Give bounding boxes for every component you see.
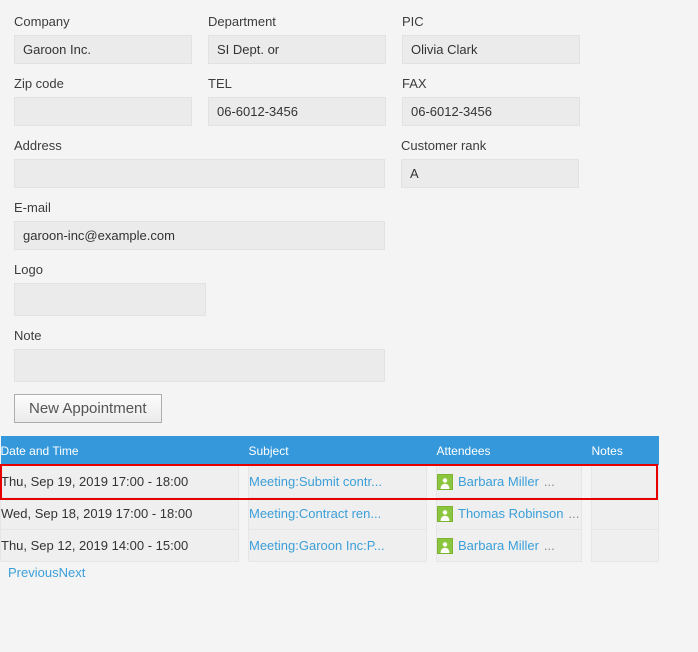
column-header-notes[interactable]: Notes bbox=[591, 436, 659, 466]
appointments-header-row: Date and Time Subject Attendees Notes bbox=[0, 436, 659, 466]
attendee-overflow-indicator: ... bbox=[568, 506, 580, 521]
field-email: E-mail garoon-inc@example.com bbox=[14, 200, 385, 250]
cell-notes bbox=[591, 497, 659, 530]
input-zip-code[interactable] bbox=[14, 97, 192, 126]
person-icon bbox=[437, 537, 453, 554]
attendee-group: Thomas Robinson... bbox=[437, 505, 581, 522]
input-logo[interactable] bbox=[14, 283, 206, 316]
form-row-3: Address Customer rank A bbox=[14, 138, 684, 188]
attendee-overflow-indicator: ... bbox=[543, 538, 555, 553]
field-department: Department SI Dept. or bbox=[208, 14, 386, 64]
input-customer-rank[interactable]: A bbox=[401, 159, 579, 188]
date-time-text: Thu, Sep 19, 2019 17:00 - 18:00 bbox=[1, 474, 189, 489]
appointments-table-container: Date and Time Subject Attendees Notes Th… bbox=[0, 436, 659, 562]
person-icon bbox=[437, 505, 453, 522]
cell-spacer-3 bbox=[582, 498, 592, 530]
input-email[interactable]: garoon-inc@example.com bbox=[14, 221, 385, 250]
cell-spacer-1 bbox=[239, 498, 249, 530]
subject-link[interactable]: Meeting:Submit contr... bbox=[250, 474, 382, 489]
attendee-group: Barbara Miller... bbox=[437, 473, 581, 490]
attendee-link[interactable]: Barbara Miller bbox=[458, 474, 539, 489]
cell-subject: Meeting:Submit contr... bbox=[248, 465, 427, 498]
attendee-group: Barbara Miller... bbox=[437, 537, 581, 554]
cell-spacer-2 bbox=[427, 530, 437, 562]
new-appointment-button[interactable]: New Appointment bbox=[14, 394, 162, 423]
cell-spacer-3 bbox=[582, 466, 592, 498]
attendee-link[interactable]: Barbara Miller bbox=[458, 538, 539, 553]
subject-link[interactable]: Meeting:Garoon Inc:P... bbox=[250, 538, 385, 553]
date-time-text: Wed, Sep 18, 2019 17:00 - 18:00 bbox=[1, 506, 193, 521]
column-spacer-2 bbox=[426, 436, 437, 466]
action-bar: New Appointment bbox=[0, 394, 698, 423]
person-icon bbox=[437, 473, 453, 490]
cell-notes bbox=[591, 529, 659, 562]
field-tel: TEL 06-6012-3456 bbox=[208, 76, 386, 126]
input-tel[interactable]: 06-6012-3456 bbox=[208, 97, 386, 126]
input-department[interactable]: SI Dept. or bbox=[208, 35, 386, 64]
label-fax: FAX bbox=[402, 76, 427, 91]
cell-spacer-1 bbox=[239, 530, 249, 562]
column-header-date-time[interactable]: Date and Time bbox=[0, 436, 239, 466]
date-time-text: Thu, Sep 12, 2019 14:00 - 15:00 bbox=[1, 538, 189, 553]
cell-spacer-3 bbox=[582, 530, 592, 562]
cell-attendees: Barbara Miller... bbox=[436, 529, 582, 562]
table-row[interactable]: Thu, Sep 12, 2019 14:00 - 15:00 Meeting:G… bbox=[0, 529, 659, 562]
label-department: Department bbox=[208, 14, 276, 29]
attendee-link[interactable]: Thomas Robinson bbox=[458, 506, 564, 521]
label-email: E-mail bbox=[14, 200, 51, 215]
label-address: Address bbox=[14, 138, 62, 153]
subject-link[interactable]: Meeting:Contract ren... bbox=[250, 506, 382, 521]
appointments-table-head: Date and Time Subject Attendees Notes bbox=[0, 436, 659, 466]
field-fax: FAX 06-6012-3456 bbox=[402, 76, 580, 126]
field-note: Note bbox=[14, 328, 385, 382]
cell-subject: Meeting:Contract ren... bbox=[248, 497, 427, 530]
cell-attendees: Barbara Miller... bbox=[436, 465, 582, 498]
form-row-6: Note bbox=[14, 328, 684, 382]
cell-attendees: Thomas Robinson... bbox=[436, 497, 582, 530]
form-row-4: E-mail garoon-inc@example.com bbox=[14, 200, 684, 250]
customer-detail-form: Company Garoon Inc. Department SI Dept. … bbox=[0, 0, 698, 382]
column-spacer-3 bbox=[581, 436, 592, 466]
label-logo: Logo bbox=[14, 262, 43, 277]
form-row-5: Logo bbox=[14, 262, 684, 316]
field-company: Company Garoon Inc. bbox=[14, 14, 192, 64]
pagination: PreviousNext bbox=[0, 565, 698, 580]
cell-spacer-1 bbox=[239, 466, 249, 498]
column-header-attendees[interactable]: Attendees bbox=[436, 436, 582, 466]
cell-notes bbox=[591, 465, 659, 498]
appointments-table: Date and Time Subject Attendees Notes Th… bbox=[0, 436, 659, 562]
form-row-2: Zip code TEL 06-6012-3456 FAX 06-6012-34… bbox=[14, 76, 684, 126]
form-row-1: Company Garoon Inc. Department SI Dept. … bbox=[14, 14, 684, 64]
previous-page-link[interactable]: Previous bbox=[8, 565, 59, 580]
field-logo: Logo bbox=[14, 262, 206, 316]
table-row[interactable]: Wed, Sep 18, 2019 17:00 - 18:00 Meeting:C… bbox=[0, 497, 659, 530]
field-customer-rank: Customer rank A bbox=[401, 138, 579, 188]
column-header-subject[interactable]: Subject bbox=[248, 436, 427, 466]
field-address: Address bbox=[14, 138, 385, 188]
field-zip-code: Zip code bbox=[14, 76, 192, 126]
table-row[interactable]: Thu, Sep 19, 2019 17:00 - 18:00 Meeting:S… bbox=[0, 465, 659, 498]
cell-subject: Meeting:Garoon Inc:P... bbox=[248, 529, 427, 562]
input-company[interactable]: Garoon Inc. bbox=[14, 35, 192, 64]
cell-date-time: Wed, Sep 18, 2019 17:00 - 18:00 bbox=[0, 497, 239, 530]
cell-spacer-2 bbox=[427, 498, 437, 530]
input-address[interactable] bbox=[14, 159, 385, 188]
label-tel: TEL bbox=[208, 76, 232, 91]
field-pic: PIC Olivia Clark bbox=[402, 14, 580, 64]
attendee-overflow-indicator: ... bbox=[543, 474, 555, 489]
column-spacer-1 bbox=[238, 436, 249, 466]
input-fax[interactable]: 06-6012-3456 bbox=[402, 97, 580, 126]
next-page-link[interactable]: Next bbox=[59, 565, 86, 580]
input-note[interactable] bbox=[14, 349, 385, 382]
label-zip-code: Zip code bbox=[14, 76, 64, 91]
cell-spacer-2 bbox=[427, 466, 437, 498]
label-company: Company bbox=[14, 14, 70, 29]
appointments-table-body: Thu, Sep 19, 2019 17:00 - 18:00 Meeting:S… bbox=[0, 465, 659, 562]
label-note: Note bbox=[14, 328, 42, 343]
cell-date-time: Thu, Sep 19, 2019 17:00 - 18:00 bbox=[0, 465, 239, 498]
label-pic: PIC bbox=[402, 14, 424, 29]
label-customer-rank: Customer rank bbox=[401, 138, 487, 153]
input-pic[interactable]: Olivia Clark bbox=[402, 35, 580, 64]
cell-date-time: Thu, Sep 12, 2019 14:00 - 15:00 bbox=[0, 529, 239, 562]
